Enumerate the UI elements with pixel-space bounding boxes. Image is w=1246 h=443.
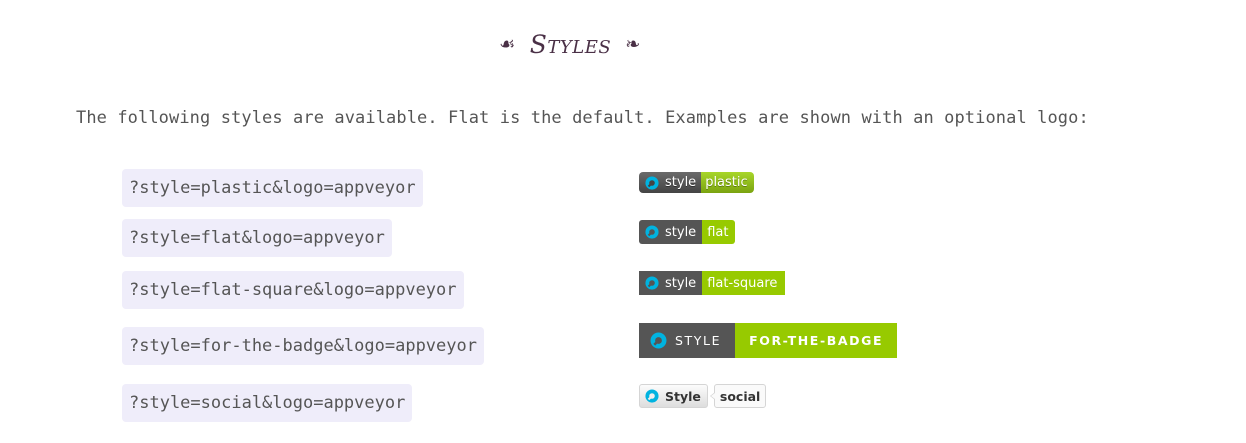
appveyor-icon [645,276,659,290]
badge-label: STYLE [639,323,736,358]
appveyor-icon [645,175,659,190]
badge-message: flat [702,220,736,244]
appveyor-icon [650,332,667,349]
style-query-code: ?style=flat-square&logo=appveyor [122,271,464,309]
badge-label-text: Style [665,388,701,404]
badge-label: style [639,172,702,193]
badge-plastic: style plastic [639,172,754,193]
appveyor-icon [645,389,659,403]
badge-message[interactable]: social [709,384,767,408]
badge-label-text: style [665,224,697,240]
section-heading: ☙ Styles ❧ [0,30,1140,59]
badge-message: FOR-THE-BADGE [735,323,898,358]
badge-label-text: style [665,175,697,190]
badge-label: style [639,271,703,295]
badge-message: flat-square [702,271,786,295]
style-query-code: ?style=for-the-badge&logo=appveyor [122,327,484,365]
badge-social: Style social [639,384,767,408]
heading-title: Styles [529,30,612,59]
ornament-right-icon: ❧ [625,34,641,55]
appveyor-icon [645,225,659,239]
style-query-code: ?style=social&logo=appveyor [122,384,413,422]
style-query-code: ?style=plastic&logo=appveyor [122,169,423,207]
badge-label-text: style [665,275,697,291]
badge-message: plastic [701,172,754,193]
ornament-left-icon: ☙ [499,34,516,55]
badge-label-text: STYLE [675,333,722,348]
badge-flat: style flat [639,220,736,244]
badge-label: style [639,220,703,244]
badge-for-the-badge: STYLE FOR-THE-BADGE [639,323,898,358]
style-query-code: ?style=flat&logo=appveyor [122,219,392,257]
badge-flat-square: style flat-square [639,271,786,295]
badge-label[interactable]: Style [639,384,708,408]
intro-text: The following styles are available. Flat… [76,108,1089,128]
